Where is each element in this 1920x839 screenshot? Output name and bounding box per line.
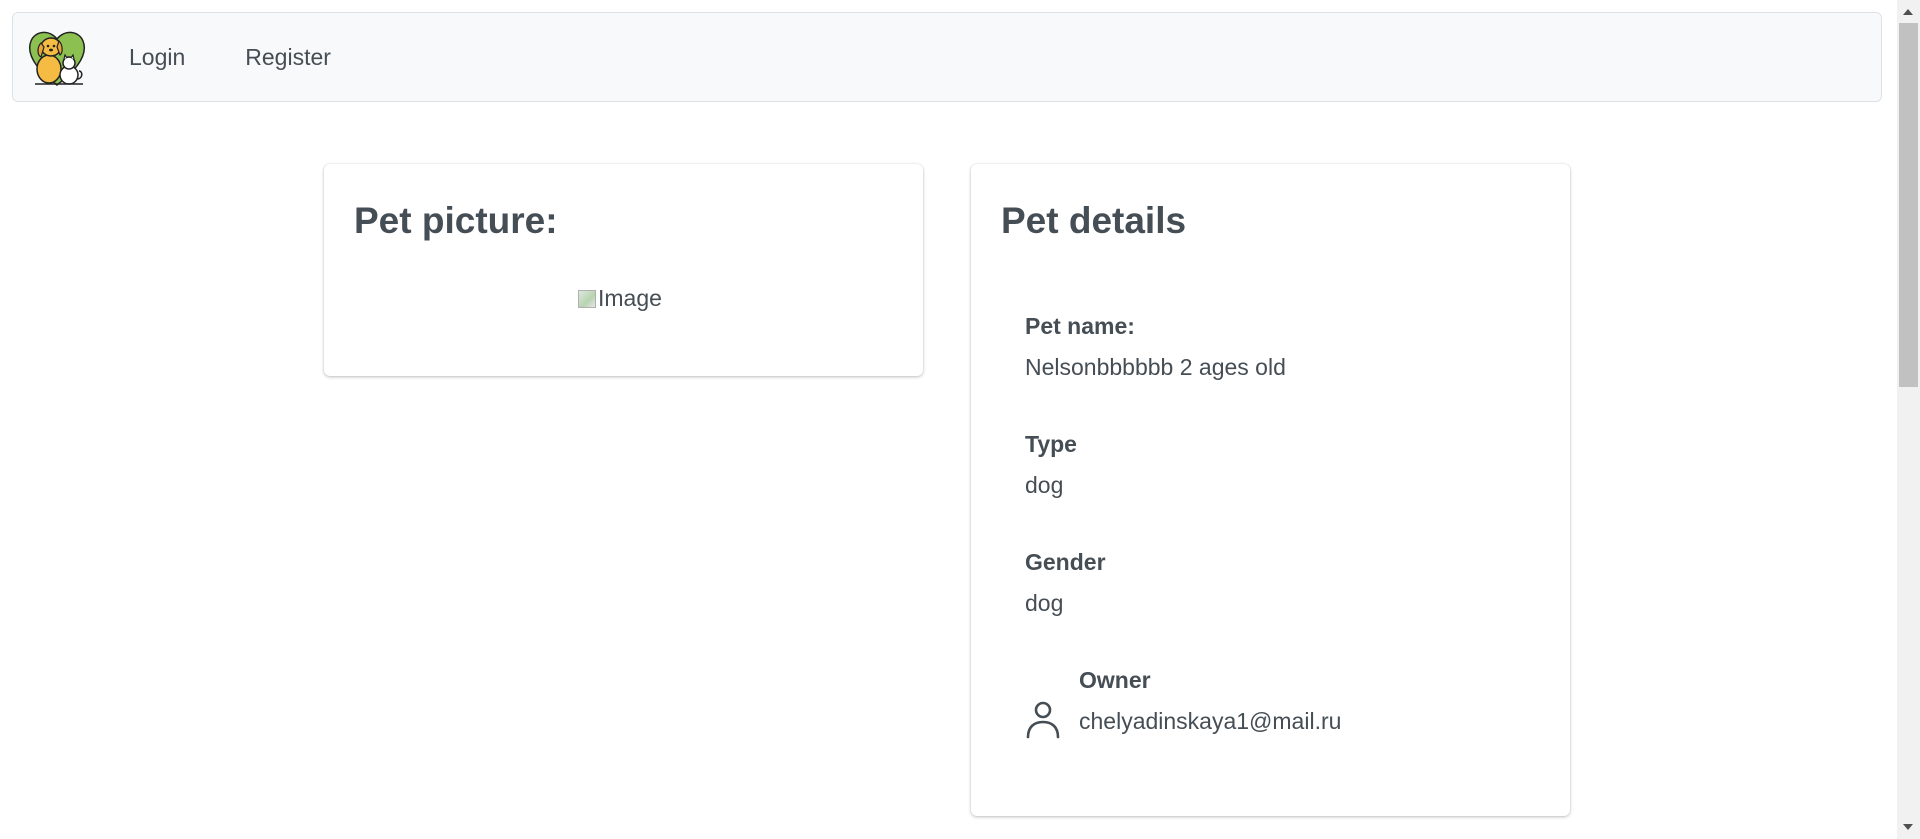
pet-gender-label: Gender xyxy=(1025,549,1106,575)
owner-field: Owner chelyadinskaya1@mail.ru xyxy=(1025,667,1341,739)
pet-name-field: Pet name: Nelsonbbbbbb 2 ages old xyxy=(1025,313,1286,381)
pet-picture-card: Pet picture: Image xyxy=(324,164,923,376)
pet-picture-title: Pet picture: xyxy=(354,200,558,241)
dog-and-cat-logo-icon[interactable] xyxy=(25,25,89,89)
broken-image-icon xyxy=(578,289,596,308)
vertical-scrollbar[interactable] xyxy=(1897,0,1920,839)
pet-gender-field: Gender dog xyxy=(1025,549,1106,617)
pet-name-value: Nelsonbbbbbb 2 ages old xyxy=(1025,354,1286,380)
nav-register-link[interactable]: Register xyxy=(245,44,331,71)
top-navbar: Login Register xyxy=(12,12,1882,102)
user-icon xyxy=(1026,701,1060,739)
scrollbar-thumb[interactable] xyxy=(1899,23,1918,387)
scroll-up-arrow-icon[interactable] xyxy=(1903,9,1913,15)
pet-details-card: Pet details Pet name: Nelsonbbbbbb 2 age… xyxy=(971,164,1570,816)
pet-image-broken: Image xyxy=(578,285,662,312)
nav-login-link[interactable]: Login xyxy=(129,44,185,71)
pet-image-alt-text: Image xyxy=(598,285,662,311)
pet-name-label: Pet name: xyxy=(1025,313,1135,339)
pet-type-label: Type xyxy=(1025,431,1077,457)
pet-details-title: Pet details xyxy=(1001,200,1187,241)
owner-email: chelyadinskaya1@mail.ru xyxy=(1079,708,1342,734)
pet-gender-value: dog xyxy=(1025,590,1064,616)
owner-label: Owner xyxy=(1079,667,1151,693)
pet-type-value: dog xyxy=(1025,472,1064,498)
scroll-down-arrow-icon[interactable] xyxy=(1903,824,1913,830)
pet-type-field: Type dog xyxy=(1025,431,1077,499)
owner-text: Owner chelyadinskaya1@mail.ru xyxy=(1079,667,1341,739)
